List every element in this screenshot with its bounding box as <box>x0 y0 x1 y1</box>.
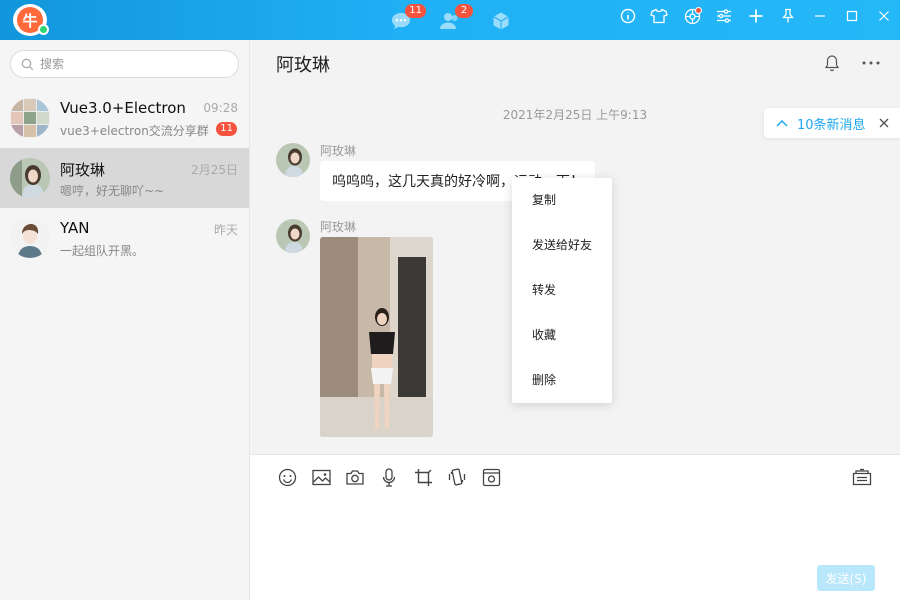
conversation-name: Vue3.0+Electron <box>60 99 186 117</box>
notification-dot <box>695 7 702 14</box>
voice-button[interactable] <box>379 467 399 487</box>
message-sender-name: 阿玫琳 <box>320 220 357 234</box>
girl-avatar <box>10 158 50 198</box>
chat-header: 阿玫琳 <box>250 40 900 88</box>
screen-record-icon <box>482 468 500 486</box>
sender-avatar[interactable] <box>276 143 310 177</box>
screenshot-button[interactable] <box>413 467 433 487</box>
pin-icon <box>782 8 794 23</box>
shake-button[interactable] <box>447 467 467 487</box>
online-status-dot <box>38 24 49 35</box>
emoji-button[interactable] <box>277 467 297 487</box>
more-options-button[interactable] <box>861 53 881 73</box>
conversation-item-amelin[interactable]: 阿玫琳 2月25日 嗯哼，好无聊吖~~ <box>0 148 249 208</box>
emoji-icon <box>278 468 296 486</box>
minimize-button[interactable] <box>811 7 829 25</box>
add-button[interactable] <box>747 7 765 25</box>
nav-apps-button[interactable] <box>488 8 514 34</box>
menu-item-favorite[interactable]: 收藏 <box>512 313 612 358</box>
skin-button[interactable] <box>650 7 668 25</box>
microphone-icon <box>382 467 396 487</box>
chat-title: 阿玫琳 <box>276 55 330 76</box>
close-icon[interactable] <box>878 117 890 129</box>
conversation-name: 阿玫琳 <box>60 161 106 179</box>
screen-record-button[interactable] <box>481 467 501 487</box>
shake-icon <box>448 468 466 485</box>
nav-contacts-button[interactable]: 2 <box>437 4 473 34</box>
conversation-item-vue-electron[interactable]: Vue3.0+Electron 09:28 vue3+electron交流分享群… <box>0 88 249 148</box>
aperture-button[interactable] <box>683 7 702 25</box>
pin-button[interactable] <box>779 7 797 25</box>
conversation-preview: 一起组队开黑。 <box>60 244 145 258</box>
send-button[interactable]: 发送(S) <box>817 565 875 591</box>
plus-icon <box>749 9 763 23</box>
menu-item-delete[interactable]: 删除 <box>512 358 612 403</box>
tshirt-icon <box>650 8 668 24</box>
message-input[interactable] <box>270 497 880 567</box>
settings-button[interactable] <box>715 7 733 25</box>
message-image[interactable] <box>320 237 433 437</box>
search-box[interactable] <box>10 50 239 78</box>
cube-icon <box>493 12 509 30</box>
minimize-icon <box>815 15 825 17</box>
conversation-time: 昨天 <box>213 223 238 237</box>
close-icon <box>879 11 889 21</box>
message-input-area: 发送(S) <box>250 454 900 600</box>
unread-badge: 11 <box>216 122 237 136</box>
sender-avatar[interactable] <box>276 219 310 253</box>
image-button[interactable] <box>311 467 331 487</box>
maximize-button[interactable] <box>843 7 861 25</box>
chevron-up-icon <box>776 119 788 127</box>
menu-item-copy[interactable]: 复制 <box>512 178 612 223</box>
conversation-preview: 嗯哼，好无聊吖~~ <box>60 184 165 198</box>
conversation-time: 09:28 <box>203 101 238 115</box>
sliders-icon <box>717 9 731 23</box>
notification-button[interactable] <box>822 53 842 73</box>
contacts-badge: 2 <box>455 4 473 18</box>
info-icon <box>620 8 636 24</box>
nav-chat-button[interactable]: 11 <box>388 4 426 34</box>
conversation-name: YAN <box>60 219 90 237</box>
search-input[interactable] <box>40 57 220 71</box>
image-icon <box>311 469 331 485</box>
group-avatar <box>10 98 50 138</box>
more-icon <box>862 61 880 65</box>
conversation-sidebar: Vue3.0+Electron 09:28 vue3+electron交流分享群… <box>0 40 250 600</box>
camera-button[interactable] <box>345 467 365 487</box>
boy-avatar <box>10 218 50 258</box>
chat-history-icon <box>852 468 872 486</box>
conversation-time: 2月25日 <box>191 163 238 177</box>
maximize-icon <box>846 10 858 22</box>
message-sender-name: 阿玫琳 <box>320 144 357 158</box>
crop-icon <box>414 468 432 486</box>
chat-history-button[interactable] <box>852 467 872 487</box>
search-icon <box>21 58 34 70</box>
info-button[interactable] <box>619 7 637 25</box>
conversation-item-yan[interactable]: YAN 昨天 一起组队开黑。 <box>0 208 249 268</box>
menu-item-send-to-friend[interactable]: 发送给好友 <box>512 223 612 268</box>
camera-icon <box>346 469 364 485</box>
chat-unread-badge: 11 <box>405 4 426 18</box>
title-bar: 牛 11 2 <box>0 0 900 40</box>
new-messages-banner[interactable]: 10条新消息 <box>764 108 900 138</box>
new-messages-label: 10条新消息 <box>797 117 866 133</box>
close-button[interactable] <box>875 7 893 25</box>
menu-item-forward[interactable]: 转发 <box>512 268 612 313</box>
bell-icon <box>824 55 840 72</box>
conversation-preview: vue3+electron交流分享群 <box>60 124 209 138</box>
context-menu: 复制 发送给好友 转发 收藏 删除 <box>512 178 612 403</box>
